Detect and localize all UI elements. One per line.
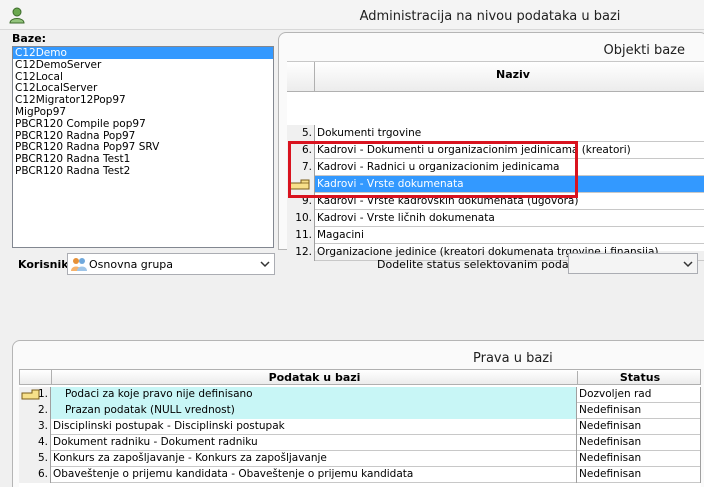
row-name: Magacini <box>317 229 364 241</box>
chevron-down-icon <box>683 261 693 268</box>
column-header-status[interactable]: Status <box>578 371 702 384</box>
database-item[interactable]: MigPop97 <box>13 106 273 118</box>
korisnik-label: Korisnik: <box>18 258 73 271</box>
row-name: Kadrovi - Vrste kadrovskih dokumenata (u… <box>317 195 579 207</box>
prava-row[interactable]: 2. Prazan podatak (NULL vrednost) Nedefi… <box>19 403 701 419</box>
title-bar: Administracija na nivou podataka u bazi <box>0 0 704 30</box>
baze-label: Baze: <box>12 32 47 45</box>
row-number: 2. <box>19 403 51 419</box>
row-name: Dokumenti trgovine <box>317 127 422 139</box>
objekti-row[interactable]: 9. Kadrovi - Vrste kadrovskih dokumenata… <box>287 193 704 210</box>
status-dropdown[interactable] <box>568 253 698 274</box>
objekti-grid: Naziv 5. Dokumenti trgovine 6. Kadrovi -… <box>287 61 704 261</box>
row-number <box>287 176 315 193</box>
row-header-corner <box>20 370 52 385</box>
row-number: 3. <box>19 419 51 435</box>
database-item[interactable]: C12Migrator12Pop97 <box>13 94 273 106</box>
row-status[interactable]: Nedefinisan <box>577 451 701 467</box>
row-name: Kadrovi - Radnici u organizacionim jedin… <box>317 161 560 173</box>
database-item[interactable]: C12Local <box>13 71 273 83</box>
database-item[interactable]: PBCR120 Radna Pop97 SRV <box>13 141 273 153</box>
database-item[interactable]: PBCR120 Radna Test2 <box>13 165 273 177</box>
row-podatak: Prazan podatak (NULL vrednost) <box>51 403 577 419</box>
row-number: 10. <box>287 210 315 227</box>
objekti-row[interactable]: 11. Magacini <box>287 227 704 244</box>
row-status[interactable]: Nedefinisan <box>577 467 701 483</box>
database-item[interactable]: C12Demo <box>13 47 273 59</box>
korisnik-value: Osnovna grupa <box>89 258 174 271</box>
pointing-hand-icon <box>21 389 40 400</box>
objekti-panel: Objekti baze Naziv 5. Dokumenti trgovine… <box>278 32 704 261</box>
row-number: 5. <box>19 451 51 467</box>
database-list[interactable]: C12Demo C12DemoServer C12Local C12LocalS… <box>12 46 274 248</box>
row-podatak: Podaci za koje pravo nije definisano <box>51 387 577 403</box>
row-number: 11. <box>287 227 315 244</box>
row-podatak: Disciplinski postupak - Disciplinski pos… <box>51 419 577 435</box>
row-name: Kadrovi - Vrste ličnih dokumenata <box>317 212 495 224</box>
objekti-header: Naziv <box>287 62 704 92</box>
row-number: 5. <box>287 125 315 142</box>
dodelite-label: Dodelite status selektovanim podacima: <box>377 258 599 271</box>
row-number: 12. <box>287 244 315 261</box>
objekti-row[interactable]: 5. Dokumenti trgovine <box>287 125 704 142</box>
database-item[interactable]: C12DemoServer <box>13 59 273 71</box>
column-header-podatak[interactable]: Podatak u bazi <box>52 371 578 385</box>
row-name: Kadrovi - Vrste dokumenata <box>317 178 464 190</box>
pointing-hand-icon <box>289 179 310 190</box>
prava-title: Prava u bazi <box>473 351 553 366</box>
row-podatak: Konkurs za zapošljavanje - Konkurs za za… <box>51 451 577 467</box>
row-header-corner <box>287 62 315 92</box>
prava-row[interactable]: 6. Obaveštenje o prijemu kandidata - Oba… <box>19 467 701 483</box>
prava-panel: Prava u bazi Podatak u bazi Status 1. Po… <box>12 340 704 487</box>
objekti-row[interactable]: 7. Kadrovi - Radnici u organizacionim je… <box>287 159 704 176</box>
objekti-title: Objekti baze <box>603 43 685 58</box>
row-number: 1. <box>19 387 51 403</box>
row-podatak: Dokument radniku - Dokument radniku <box>51 435 577 451</box>
prava-row[interactable]: 1. Podaci za koje pravo nije definisano … <box>19 387 701 403</box>
row-status[interactable]: Dozvoljen rad <box>577 387 701 403</box>
row-number: 6. <box>287 142 315 159</box>
user-admin-icon <box>9 7 25 24</box>
database-item[interactable]: PBCR120 Radna Pop97 <box>13 130 273 142</box>
row-status[interactable]: Nedefinisan <box>577 403 701 419</box>
column-header-naziv[interactable]: Naziv <box>315 68 704 81</box>
row-status[interactable]: Nedefinisan <box>577 435 701 451</box>
prava-header: Podatak u bazi Status <box>19 369 701 385</box>
objekti-row[interactable]: 6. Kadrovi - Dokumenti u organizacionim … <box>287 142 704 159</box>
row-name: Kadrovi - Dokumenti u organizacionim jed… <box>317 144 631 156</box>
prava-grid: Podatak u bazi Status 1. Podaci za koje … <box>19 369 701 487</box>
chevron-down-icon <box>260 261 270 268</box>
row-podatak: Obaveštenje o prijemu kandidata - Obaveš… <box>51 467 577 483</box>
user-group-icon <box>71 258 87 271</box>
prava-row[interactable]: 3. Disciplinski postupak - Disciplinski … <box>19 419 701 435</box>
database-item[interactable]: C12LocalServer <box>13 82 273 94</box>
row-number: 9. <box>287 193 315 210</box>
korisnik-dropdown[interactable]: Osnovna grupa <box>67 253 275 275</box>
objekti-row[interactable]: 10. Kadrovi - Vrste ličnih dokumenata <box>287 210 704 227</box>
row-status[interactable]: Nedefinisan <box>577 419 701 435</box>
prava-row[interactable]: 4. Dokument radniku - Dokument radniku N… <box>19 435 701 451</box>
prava-row[interactable]: 5. Konkurs za zapošljavanje - Konkurs za… <box>19 451 701 467</box>
row-number: 7. <box>287 159 315 176</box>
database-item[interactable]: PBCR120 Compile pop97 <box>13 118 273 130</box>
objekti-row-selected[interactable]: Kadrovi - Vrste dokumenata <box>287 176 704 193</box>
database-item[interactable]: PBCR120 Radna Test1 <box>13 153 273 165</box>
row-number: 4. <box>19 435 51 451</box>
window-title: Administracija na nivou podataka u bazi <box>359 9 621 24</box>
row-number: 6. <box>19 467 51 483</box>
